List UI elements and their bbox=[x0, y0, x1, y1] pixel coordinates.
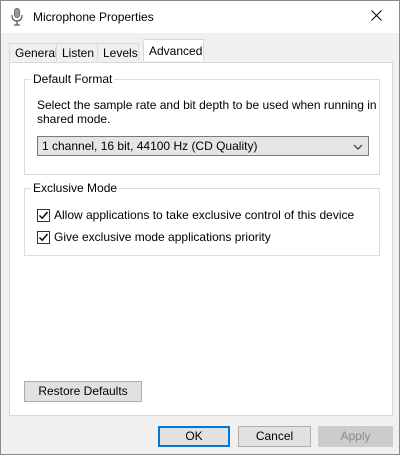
exclusive-priority-label: Give exclusive mode applications priorit… bbox=[54, 230, 271, 244]
exclusive-mode-label: Exclusive Mode bbox=[31, 181, 120, 195]
exclusive-mode-group: Exclusive Mode Allow applications to tak… bbox=[24, 181, 380, 256]
allow-exclusive-control-label: Allow applications to take exclusive con… bbox=[54, 208, 355, 222]
window-title: Microphone Properties bbox=[33, 10, 154, 24]
sample-format-dropdown[interactable]: 1 channel, 16 bit, 44100 Hz (CD Quality) bbox=[37, 136, 369, 156]
apply-button[interactable]: Apply bbox=[318, 426, 393, 447]
default-format-group: Default Format Select the sample rate an… bbox=[24, 72, 380, 175]
tab-levels[interactable]: Levels bbox=[97, 43, 139, 61]
title-bar: Microphone Properties bbox=[1, 1, 399, 33]
microphone-icon bbox=[9, 7, 25, 27]
dialog-window: Microphone Properties General Listen Lev… bbox=[0, 0, 400, 455]
tab-strip: General Listen Levels Advanced bbox=[9, 39, 393, 63]
exclusive-priority-option[interactable]: Give exclusive mode applications priorit… bbox=[37, 229, 271, 245]
sample-format-value: 1 channel, 16 bit, 44100 Hz (CD Quality) bbox=[42, 139, 258, 153]
tab-advanced[interactable]: Advanced bbox=[143, 39, 204, 61]
cancel-button[interactable]: Cancel bbox=[238, 426, 311, 447]
tab-page-advanced: Default Format Select the sample rate an… bbox=[9, 62, 393, 416]
tab-listen[interactable]: Listen bbox=[56, 43, 98, 61]
tab-general[interactable]: General bbox=[9, 43, 58, 61]
exclusive-priority-checkbox[interactable] bbox=[37, 230, 50, 244]
ok-button[interactable]: OK bbox=[158, 426, 230, 447]
close-button[interactable] bbox=[353, 1, 399, 33]
close-icon bbox=[370, 10, 382, 24]
allow-exclusive-control-checkbox[interactable] bbox=[37, 208, 50, 222]
default-format-label: Default Format bbox=[31, 72, 115, 86]
chevron-down-icon bbox=[352, 140, 364, 152]
restore-defaults-button[interactable]: Restore Defaults bbox=[24, 381, 142, 402]
allow-exclusive-control-option[interactable]: Allow applications to take exclusive con… bbox=[37, 207, 354, 223]
default-format-description: Select the sample rate and bit depth to … bbox=[37, 98, 377, 126]
